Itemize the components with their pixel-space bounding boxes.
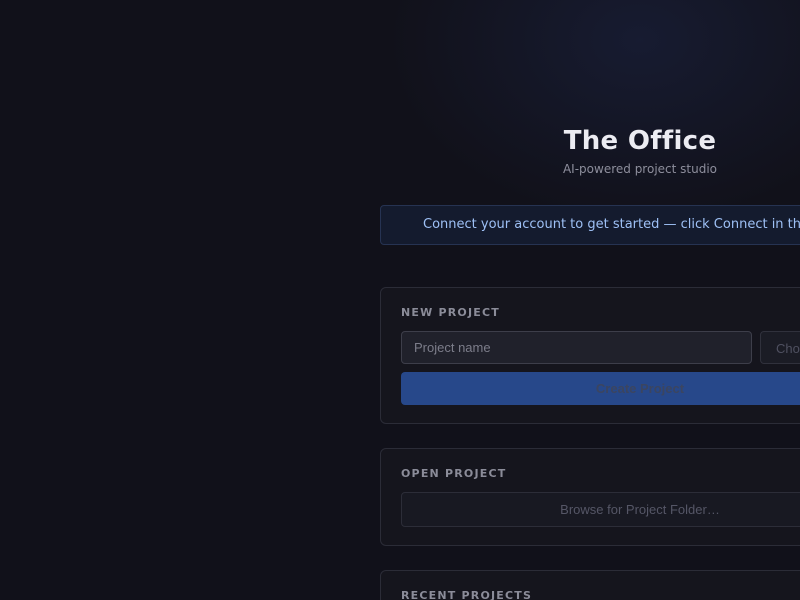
app-subtitle: AI-powered project studio [562, 162, 718, 176]
browse-project-folder-button[interactable]: Browse for Project Folder… [401, 492, 800, 527]
create-project-button[interactable]: Create Project [401, 372, 800, 405]
recent-projects-label: RECENT PROJECTS [401, 589, 533, 600]
new-project-label: NEW PROJECT [401, 306, 500, 319]
recent-projects-card: RECENT PROJECTS [380, 570, 800, 600]
choose-location-button[interactable]: Cho [760, 331, 800, 364]
open-project-label: OPEN PROJECT [401, 467, 507, 480]
app-title: The Office [563, 126, 717, 156]
open-project-card: OPEN PROJECT Browse for Project Folder… [380, 448, 800, 546]
connect-banner-text: Connect your account to get started — cl… [423, 217, 800, 232]
project-name-input[interactable] [401, 331, 752, 364]
connect-banner: Connect your account to get started — cl… [380, 205, 800, 245]
new-project-card: NEW PROJECT Cho Create Project [380, 287, 800, 424]
